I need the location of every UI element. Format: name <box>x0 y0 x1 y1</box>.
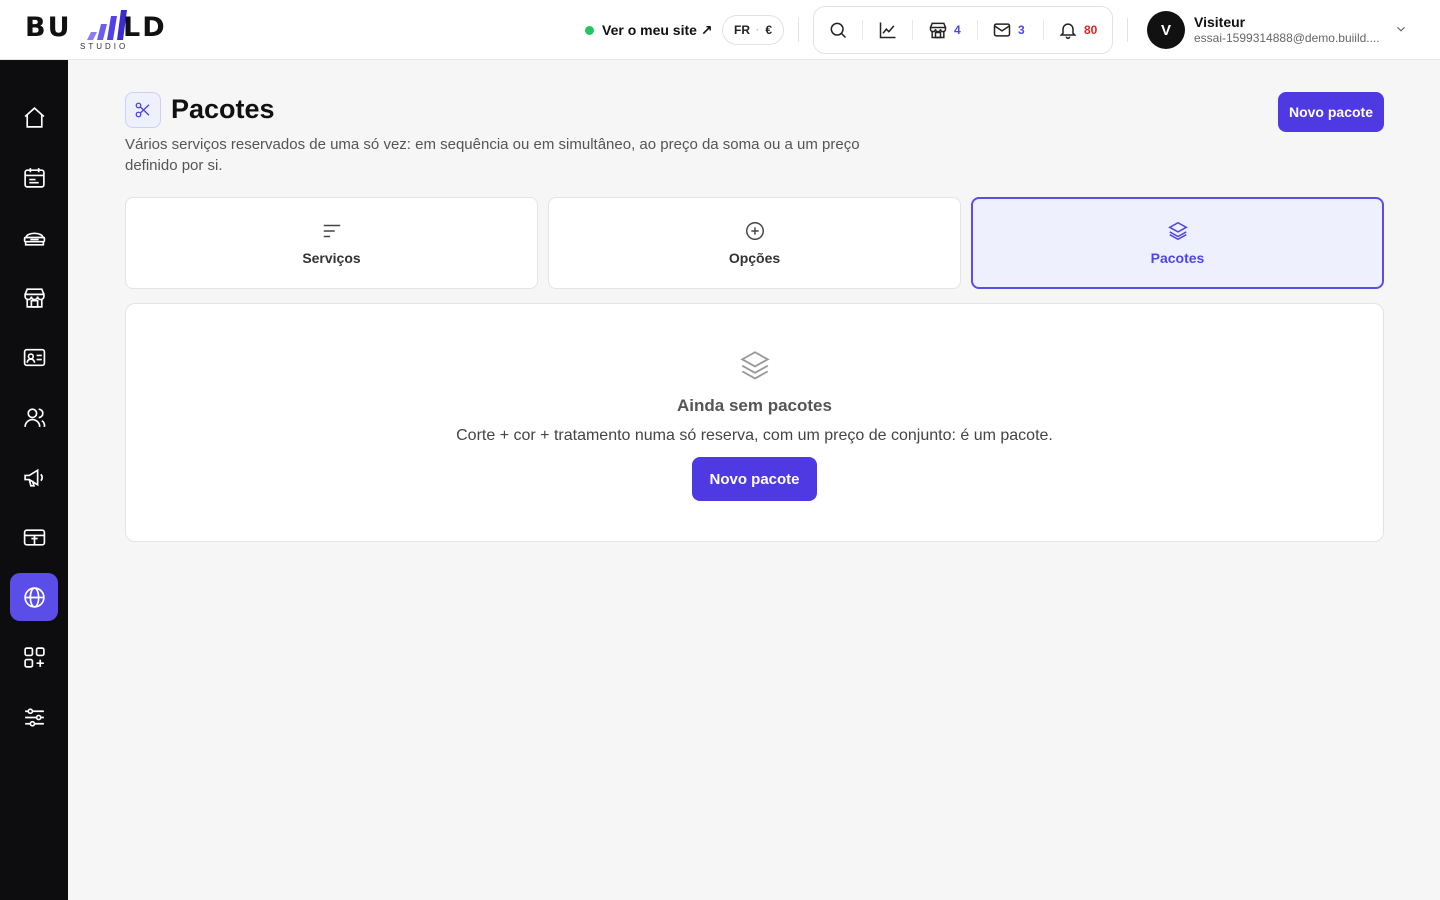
locale-currency-selector[interactable]: FR · € <box>722 15 785 45</box>
settings-sliders-icon <box>24 707 44 727</box>
user-email: essai-1599314888@demo.buiild.... <box>1194 31 1380 45</box>
sidebar-item-settings[interactable] <box>10 693 58 741</box>
apps-add-icon <box>23 646 45 668</box>
chevron-down-icon <box>1397 26 1405 32</box>
toolbox-divider <box>1043 20 1044 40</box>
view-my-site-label: Ver o meu site ↗ <box>602 21 713 38</box>
sidebar-item-home[interactable] <box>10 93 58 141</box>
plus-circle-icon <box>745 222 764 240</box>
tab-packages[interactable]: Pacotes <box>971 197 1384 289</box>
messages-count: 3 <box>1018 23 1025 37</box>
language-code: FR <box>734 23 750 37</box>
search-icon <box>830 22 847 39</box>
empty-state-text: Corte + cor + tratamento numa só reserva… <box>456 427 1053 444</box>
store-icon <box>929 22 947 39</box>
statistics-button[interactable] <box>878 7 898 53</box>
services-icon <box>23 232 45 246</box>
megaphone-icon <box>23 468 43 487</box>
layers-icon <box>1167 221 1188 241</box>
logo-text-left: BU <box>25 12 72 43</box>
sidebar-item-marketing[interactable] <box>10 453 58 501</box>
tab-services-label: Serviços <box>302 250 361 266</box>
header-divider <box>798 18 799 42</box>
users-icon <box>23 407 45 427</box>
user-name: Visiteur <box>1194 14 1246 30</box>
calendar-icon <box>23 167 45 188</box>
sidebar-item-services[interactable] <box>10 213 58 261</box>
toolbox-divider <box>862 20 863 40</box>
tab-packages-label: Pacotes <box>1150 250 1205 266</box>
tab-options[interactable]: Opções <box>548 197 961 289</box>
user-menu[interactable]: V Visiteur essai-1599314888@demo.buiild.… <box>1147 10 1417 50</box>
sidebar-item-payments[interactable] <box>10 513 58 561</box>
toolbox-divider <box>977 20 978 40</box>
home-icon <box>24 106 44 128</box>
mail-icon <box>993 23 1011 37</box>
globe-icon <box>23 586 45 608</box>
messages-button[interactable]: 3 <box>992 7 1025 53</box>
currency-symbol: € <box>765 23 773 37</box>
sidebar-item-users[interactable] <box>10 393 58 441</box>
tab-services[interactable]: Serviços <box>125 197 538 289</box>
site-live-dot <box>585 25 594 35</box>
contact-card-icon <box>23 348 45 366</box>
page-title: Pacotes <box>171 94 275 124</box>
header-divider <box>1127 18 1128 42</box>
empty-state-new-package-button[interactable]: Novo pacote <box>692 457 817 501</box>
store-count: 4 <box>954 23 961 37</box>
bell-icon <box>1059 23 1077 40</box>
empty-state-panel: Ainda sem pacotes Corte + cor + tratamen… <box>125 303 1384 542</box>
top-header: BU LD STUDIO Ver o meu site ↗ FR · € 4 3… <box>0 0 1440 60</box>
sidebar-item-calendar[interactable] <box>10 153 58 201</box>
empty-state-title: Ainda sem pacotes <box>677 396 832 415</box>
new-package-button[interactable]: Novo pacote <box>1278 92 1384 132</box>
avatar: V <box>1147 11 1185 49</box>
search-button[interactable] <box>828 7 848 53</box>
sidebar-item-contacts[interactable] <box>10 333 58 381</box>
build-studio-logo[interactable]: BU LD STUDIO <box>25 8 185 54</box>
sidebar-item-store[interactable] <box>10 273 58 321</box>
store-button[interactable]: 4 <box>928 7 961 53</box>
scissors-icon <box>135 102 150 118</box>
layers-icon <box>740 351 770 380</box>
page-description: Vários serviços reservados de uma só vez… <box>125 136 860 174</box>
sidebar <box>0 60 68 900</box>
logo-text-right: LD <box>123 12 167 43</box>
notifications-button[interactable]: 80 <box>1058 7 1097 53</box>
list-lines-icon <box>323 224 340 238</box>
logo-subtitle: STUDIO <box>80 42 129 51</box>
payment-icon <box>23 528 45 546</box>
store-icon <box>23 287 45 308</box>
tab-options-label: Opções <box>728 250 781 266</box>
sidebar-item-apps[interactable] <box>10 633 58 681</box>
locale-separator: · <box>756 24 760 36</box>
view-my-site-link[interactable]: Ver o meu site ↗ <box>585 19 713 41</box>
chart-line-icon <box>879 22 896 39</box>
sidebar-item-website[interactable] <box>10 573 58 621</box>
notifications-count: 80 <box>1084 23 1098 37</box>
toolbox-divider <box>912 20 913 40</box>
page-title-icon <box>125 92 161 128</box>
header-toolbox: 4 3 80 <box>813 6 1113 54</box>
